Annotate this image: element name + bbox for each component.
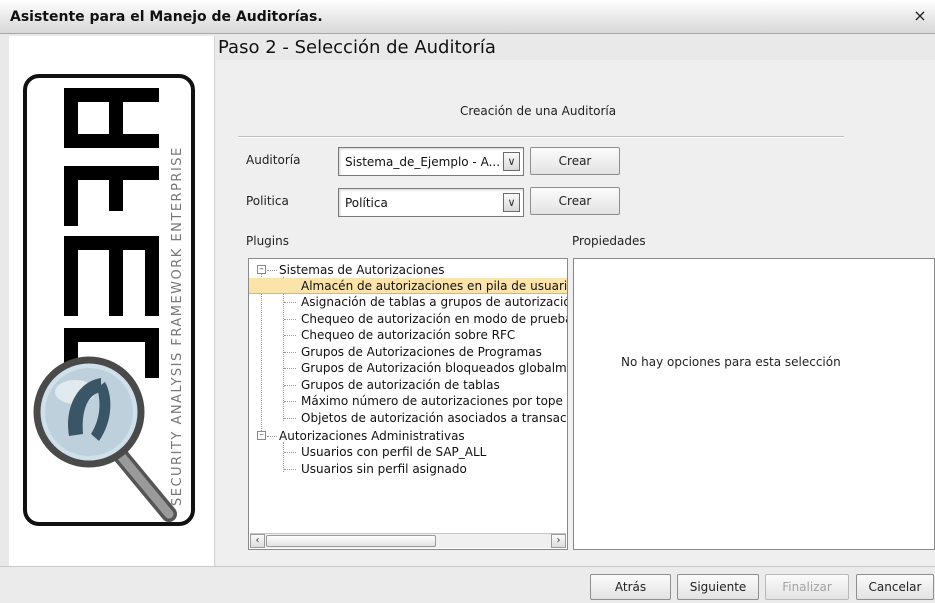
plugins-label: Plugins [246,234,289,248]
create-auditoria-button[interactable]: Crear [530,147,620,175]
finish-button[interactable]: Finalizar [765,574,849,600]
cancel-button[interactable]: Cancelar [856,574,934,600]
tree-item[interactable]: Grupos de Autorizaciones de Programas [301,344,542,360]
scrollbar-thumb[interactable] [266,535,436,547]
tree-connector [284,302,296,303]
tree-item[interactable]: Máximo número de autorizaciones por tope… [301,393,567,409]
auditoria-select-value: Sistema_de_Ejemplo - A... [345,155,501,169]
page-title: Paso 2 - Selección de Auditoría [218,37,496,58]
auditoria-select[interactable]: Sistema_de_Ejemplo - A... ∨ [338,147,524,176]
section-subtitle: Creación de una Auditoría [460,104,617,118]
properties-panel: No hay opciones para esta selección [573,258,935,550]
divider [238,136,844,138]
horizontal-scrollbar[interactable]: ‹ › [250,533,566,548]
properties-label: Propiedades [572,234,646,248]
tree-item[interactable]: Sistemas de Autorizaciones [279,262,445,278]
tree-connector [284,418,296,419]
tree-connector [284,385,296,386]
chevron-down-icon[interactable]: ∨ [503,152,520,171]
plugins-tree[interactable]: – Sistemas de Autorizaciones Almacén de … [248,258,568,550]
tree-item[interactable]: Chequeo de autorización en modo de prueb… [301,311,567,327]
chevron-right-icon[interactable]: › [551,534,566,548]
logo-tagline: SECURITY ANALYSIS FRAMEWORK ENTERPRISE [170,146,185,506]
tree-connector [267,436,277,437]
back-button[interactable]: Atrás [590,574,671,600]
tree-item[interactable]: Asignación de tablas a grupos de autoriz… [301,294,567,310]
tree-connector [283,277,284,421]
tree-connector [261,271,262,435]
safe-logo: SECURITY ANALYSIS FRAMEWORK ENTERPRISE [23,74,195,526]
politica-label: Politica [246,194,289,208]
window-titlebar: Asistente para el Manejo de Auditorías. … [0,0,935,34]
tree-connector [284,401,296,402]
tree-item[interactable]: Grupos de autorización de tablas [301,377,500,393]
tree-item[interactable]: Usuarios sin perfil asignado [301,461,467,477]
tree-item[interactable]: Usuarios con perfil de SAP_ALL [301,444,486,460]
collapse-icon[interactable]: – [257,431,266,440]
auditoria-label: Auditoría [246,153,301,167]
next-button[interactable]: Siguiente [677,574,759,600]
tree-item-selected[interactable]: Almacén de autorizaciones en pila de usu… [249,278,567,294]
create-politica-button[interactable]: Crear [530,187,620,215]
window-title: Asistente para el Manejo de Auditorías. [10,9,323,25]
tree-connector [284,319,296,320]
politica-select[interactable]: Política ∨ [338,188,524,217]
tree-item[interactable]: Autorizaciones Administrativas [279,428,465,444]
tree-item[interactable]: Grupos de Autorización bloqueados global… [301,360,567,376]
tree-connector [284,335,296,336]
tree-connector [284,469,296,470]
chevron-down-icon[interactable]: ∨ [503,193,520,212]
tree-connector [283,442,284,472]
logo-panel: SECURITY ANALYSIS FRAMEWORK ENTERPRISE [9,36,215,566]
tree-connector [284,368,296,369]
tree-connector [267,270,277,271]
tree-item[interactable]: Objetos de autorización asociados a tran… [301,410,567,426]
properties-empty-message: No hay opciones para esta selección [621,355,841,369]
close-icon[interactable]: × [911,7,929,25]
tree-item[interactable]: Chequeo de autorización sobre RFC [301,327,515,343]
politica-select-value: Política [345,196,388,210]
tree-connector [284,452,296,453]
collapse-icon[interactable]: – [257,265,266,274]
chevron-left-icon[interactable]: ‹ [250,534,265,548]
tree-connector [284,352,296,353]
